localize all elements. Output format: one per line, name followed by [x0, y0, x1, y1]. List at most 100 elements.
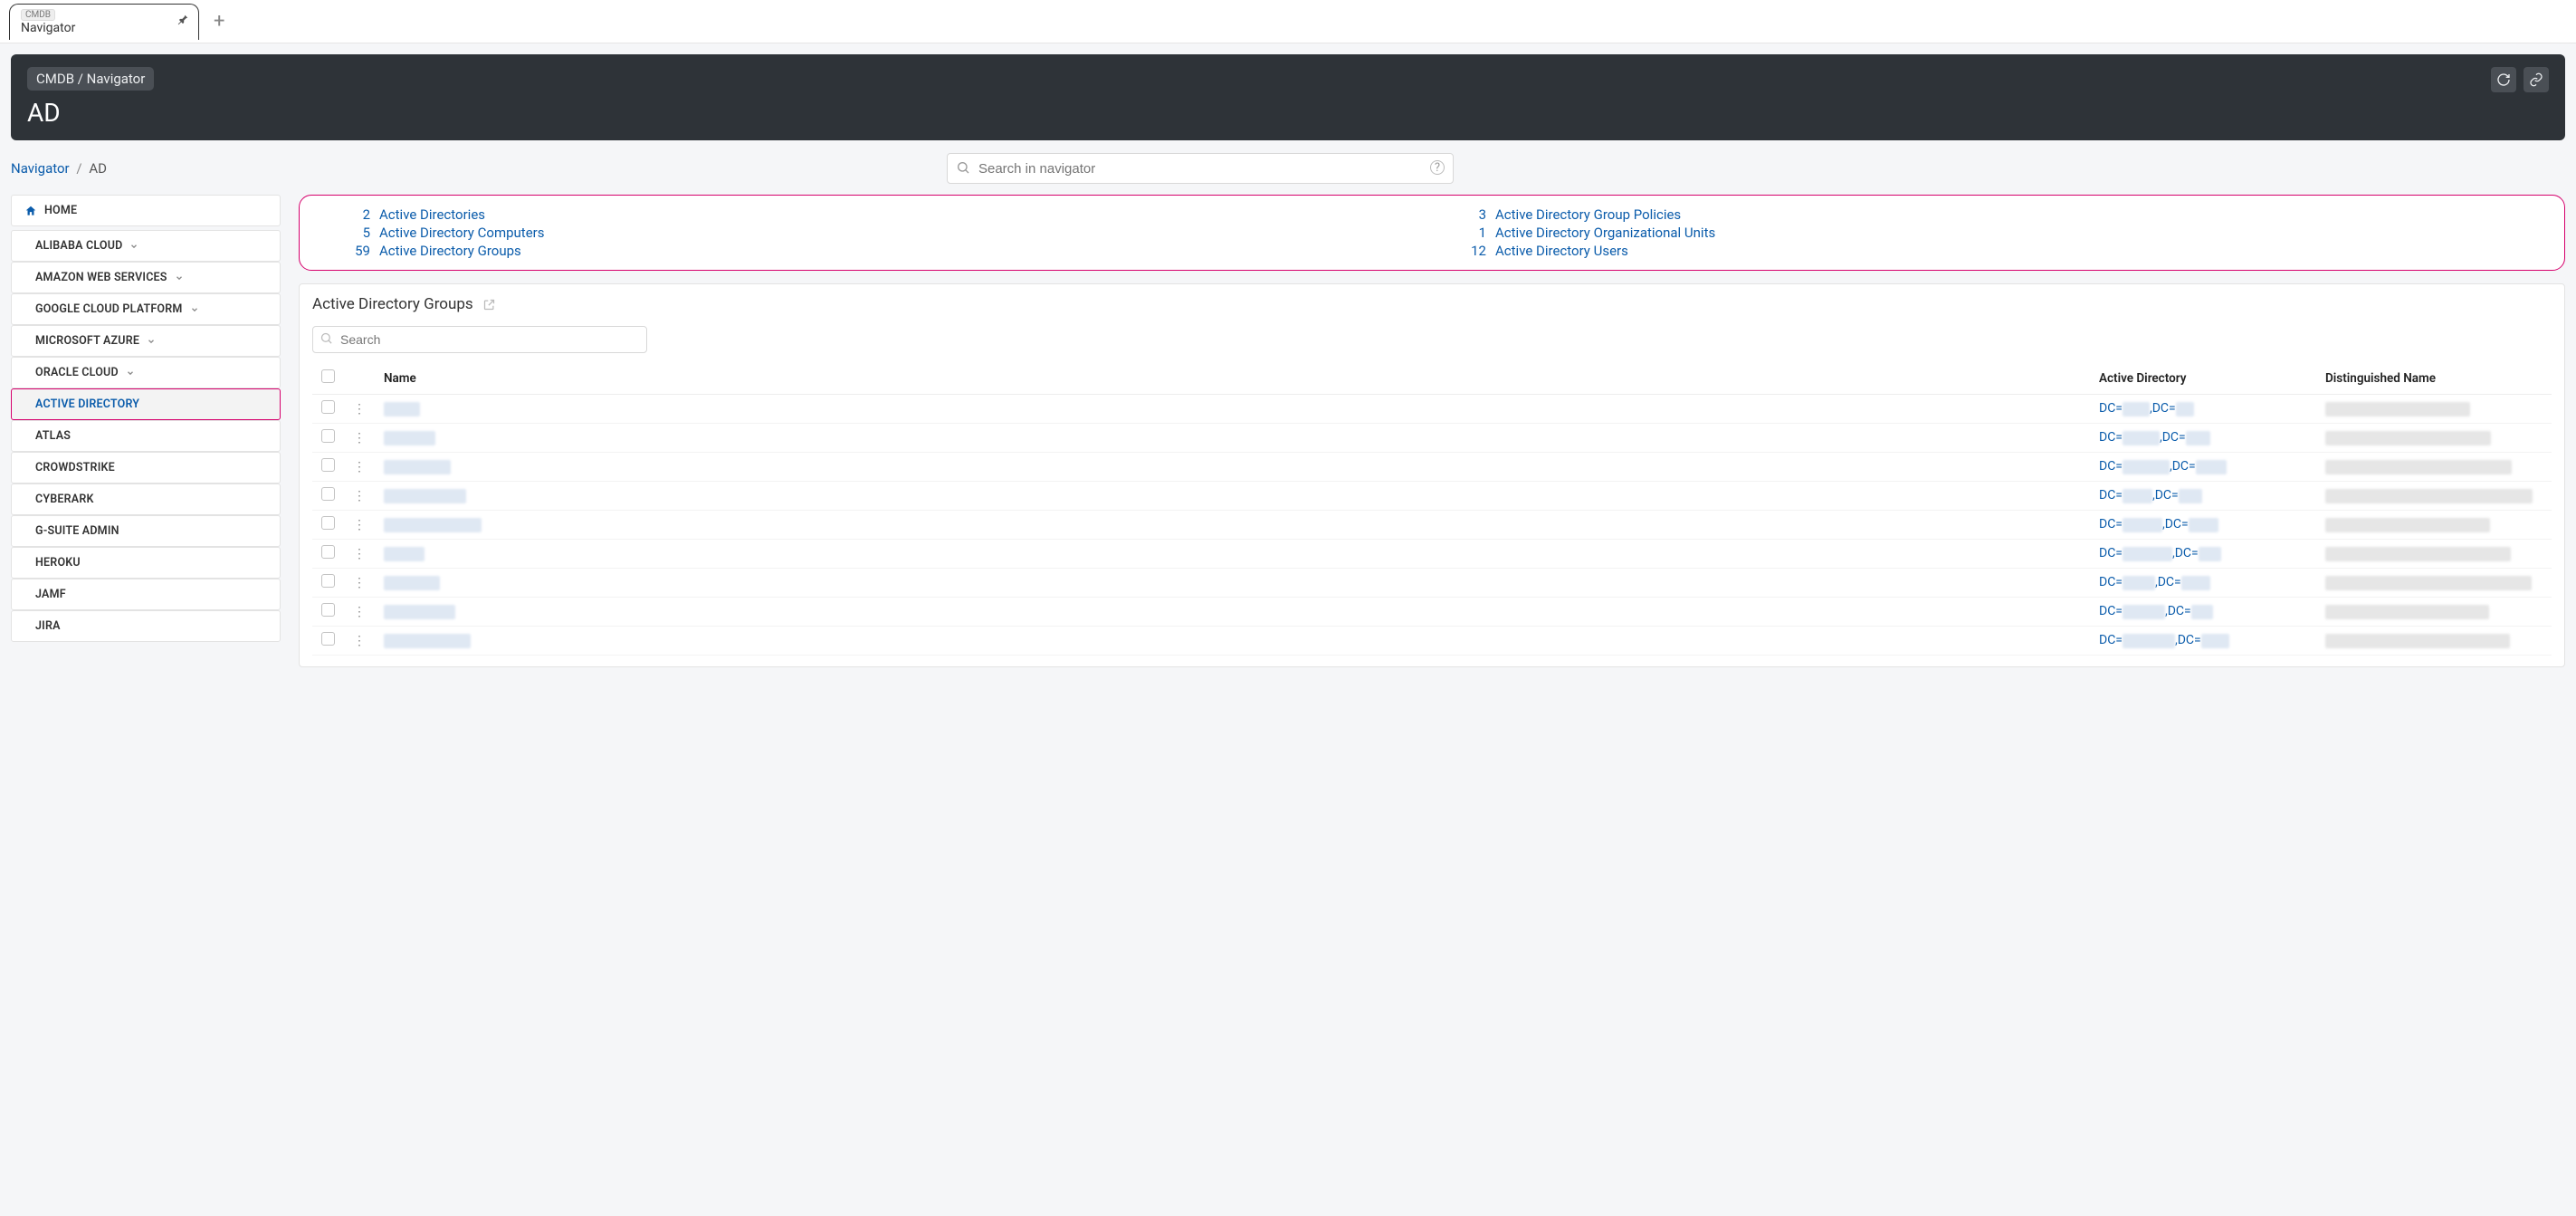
- row-menu-icon[interactable]: ⋮: [353, 577, 366, 589]
- cell-ad[interactable]: DC=,DC=: [2099, 604, 2213, 618]
- breadcrumb: Navigator / AD: [11, 160, 107, 177]
- sidebar-home[interactable]: HOME: [11, 195, 281, 226]
- cell-ad[interactable]: DC=,DC=: [2099, 546, 2221, 560]
- summary-link[interactable]: Active Directory Users: [1495, 243, 1628, 259]
- sidebar-item-active-directory[interactable]: ACTIVE DIRECTORY: [11, 388, 281, 420]
- cell-ad[interactable]: DC=,DC=: [2099, 401, 2194, 416]
- row-menu-icon[interactable]: ⋮: [353, 635, 366, 647]
- breadcrumb-separator: /: [76, 160, 81, 177]
- sidebar-item-label: AMAZON WEB SERVICES: [35, 271, 167, 284]
- table-row[interactable]: ⋮ DC=,DC=: [312, 511, 2552, 540]
- table-search-input[interactable]: [312, 326, 647, 353]
- sidebar-item-label: HEROKU: [35, 556, 81, 570]
- cell-ad[interactable]: DC=,DC=: [2099, 459, 2227, 474]
- breadcrumb-current: AD: [89, 160, 107, 177]
- row-checkbox[interactable]: [321, 516, 335, 530]
- copy-link-button[interactable]: [2524, 67, 2549, 92]
- row-menu-icon[interactable]: ⋮: [353, 403, 366, 416]
- cell-ad[interactable]: DC=,DC=: [2099, 633, 2229, 647]
- row-menu-icon[interactable]: ⋮: [353, 606, 366, 618]
- summary-link[interactable]: Active Directories: [379, 206, 485, 223]
- sidebar-item-atlas[interactable]: ATLAS: [11, 420, 281, 452]
- col-name[interactable]: Name: [375, 362, 2090, 395]
- main-content: 2Active Directories5Active Directory Com…: [299, 195, 2565, 667]
- cell-ad[interactable]: DC=,DC=: [2099, 430, 2210, 445]
- sidebar-item-google-cloud-platform[interactable]: GOOGLE CLOUD PLATFORM: [11, 293, 281, 325]
- cell-name-redacted: [384, 576, 440, 590]
- cell-name-redacted: [384, 518, 482, 532]
- table-row[interactable]: ⋮ DC=,DC=: [312, 540, 2552, 569]
- row-menu-icon[interactable]: ⋮: [353, 432, 366, 445]
- sidebar-item-jira[interactable]: JIRA: [11, 610, 281, 642]
- col-dn[interactable]: Distinguished Name: [2316, 362, 2552, 395]
- table-row[interactable]: ⋮ DC=,DC=: [312, 453, 2552, 482]
- row-checkbox[interactable]: [321, 429, 335, 443]
- sidebar-item-jamf[interactable]: JAMF: [11, 579, 281, 610]
- open-external-icon[interactable]: [482, 298, 496, 311]
- chevron-down-icon: [147, 337, 156, 346]
- sidebar-item-label: ORACLE CLOUD: [35, 366, 119, 379]
- pin-icon[interactable]: [177, 14, 189, 26]
- row-checkbox[interactable]: [321, 574, 335, 588]
- cell-dn-redacted: [2325, 576, 2532, 590]
- chevron-down-icon: [175, 273, 184, 282]
- tab-cmdb-navigator[interactable]: CMDB Navigator: [9, 4, 199, 40]
- select-all-checkbox[interactable]: [321, 369, 335, 383]
- sidebar-item-oracle-cloud[interactable]: ORACLE CLOUD: [11, 357, 281, 388]
- tab-label: Navigator: [21, 21, 166, 35]
- summary-link[interactable]: Active Directory Organizational Units: [1495, 225, 1715, 241]
- summary-link[interactable]: Active Directory Computers: [379, 225, 544, 241]
- summary-count: 3: [1432, 206, 1486, 223]
- sidebar-item-g-suite-admin[interactable]: G-SUITE ADMIN: [11, 515, 281, 547]
- summary-link[interactable]: Active Directory Groups: [379, 243, 521, 259]
- row-menu-icon[interactable]: ⋮: [353, 519, 366, 531]
- card-title: Active Directory Groups: [312, 295, 473, 313]
- cell-name-redacted: [384, 605, 455, 619]
- table-row[interactable]: ⋮ DC=,DC=: [312, 395, 2552, 424]
- header-breadcrumb: CMDB / Navigator: [27, 67, 154, 91]
- sidebar-item-label: CROWDSTRIKE: [35, 461, 115, 474]
- sidebar-item-alibaba-cloud[interactable]: ALIBABA CLOUD: [11, 230, 281, 262]
- search-input[interactable]: [947, 153, 1454, 184]
- row-menu-icon[interactable]: ⋮: [353, 548, 366, 560]
- row-checkbox[interactable]: [321, 487, 335, 501]
- sidebar-item-heroku[interactable]: HEROKU: [11, 547, 281, 579]
- sidebar-item-label: JIRA: [35, 619, 61, 633]
- table-row[interactable]: ⋮ DC=,DC=: [312, 627, 2552, 656]
- table-row[interactable]: ⋮ DC=,DC=: [312, 424, 2552, 453]
- tab-bar: CMDB Navigator +: [0, 0, 2576, 43]
- row-menu-icon[interactable]: ⋮: [353, 490, 366, 503]
- refresh-button[interactable]: [2491, 67, 2516, 92]
- summary-count: 5: [316, 225, 370, 241]
- sidebar-item-microsoft-azure[interactable]: MICROSOFT AZURE: [11, 325, 281, 357]
- table-row[interactable]: ⋮ DC=,DC=: [312, 569, 2552, 598]
- summary-link[interactable]: Active Directory Group Policies: [1495, 206, 1681, 223]
- table-row[interactable]: ⋮ DC=,DC=: [312, 598, 2552, 627]
- col-ad[interactable]: Active Directory: [2090, 362, 2316, 395]
- cell-ad[interactable]: DC=,DC=: [2099, 517, 2218, 531]
- row-menu-icon[interactable]: ⋮: [353, 461, 366, 474]
- row-checkbox[interactable]: [321, 458, 335, 472]
- cell-dn-redacted: [2325, 431, 2491, 445]
- row-checkbox[interactable]: [321, 603, 335, 617]
- sidebar-home-label: HOME: [44, 204, 77, 217]
- cell-dn-redacted: [2325, 489, 2533, 503]
- breadcrumb-root[interactable]: Navigator: [11, 160, 70, 177]
- cell-dn-redacted: [2325, 634, 2510, 648]
- cell-ad[interactable]: DC=,DC=: [2099, 575, 2210, 589]
- sidebar-item-crowdstrike[interactable]: CROWDSTRIKE: [11, 452, 281, 484]
- sidebar-item-amazon-web-services[interactable]: AMAZON WEB SERVICES: [11, 262, 281, 293]
- row-checkbox[interactable]: [321, 632, 335, 646]
- chevron-down-icon: [126, 369, 135, 378]
- cell-ad[interactable]: DC=,DC=: [2099, 488, 2202, 503]
- help-icon[interactable]: ?: [1430, 160, 1445, 175]
- summary-item: 1Active Directory Organizational Units: [1432, 225, 2548, 241]
- cell-dn-redacted: [2325, 605, 2489, 619]
- summary-item: 3 Active Directory Group Policies: [1432, 206, 2548, 223]
- row-checkbox[interactable]: [321, 400, 335, 414]
- sidebar-item-cyberark[interactable]: CYBERARK: [11, 484, 281, 515]
- row-checkbox[interactable]: [321, 545, 335, 559]
- new-tab-button[interactable]: +: [208, 10, 230, 33]
- search-icon: [320, 331, 333, 345]
- table-row[interactable]: ⋮ DC=,DC=: [312, 482, 2552, 511]
